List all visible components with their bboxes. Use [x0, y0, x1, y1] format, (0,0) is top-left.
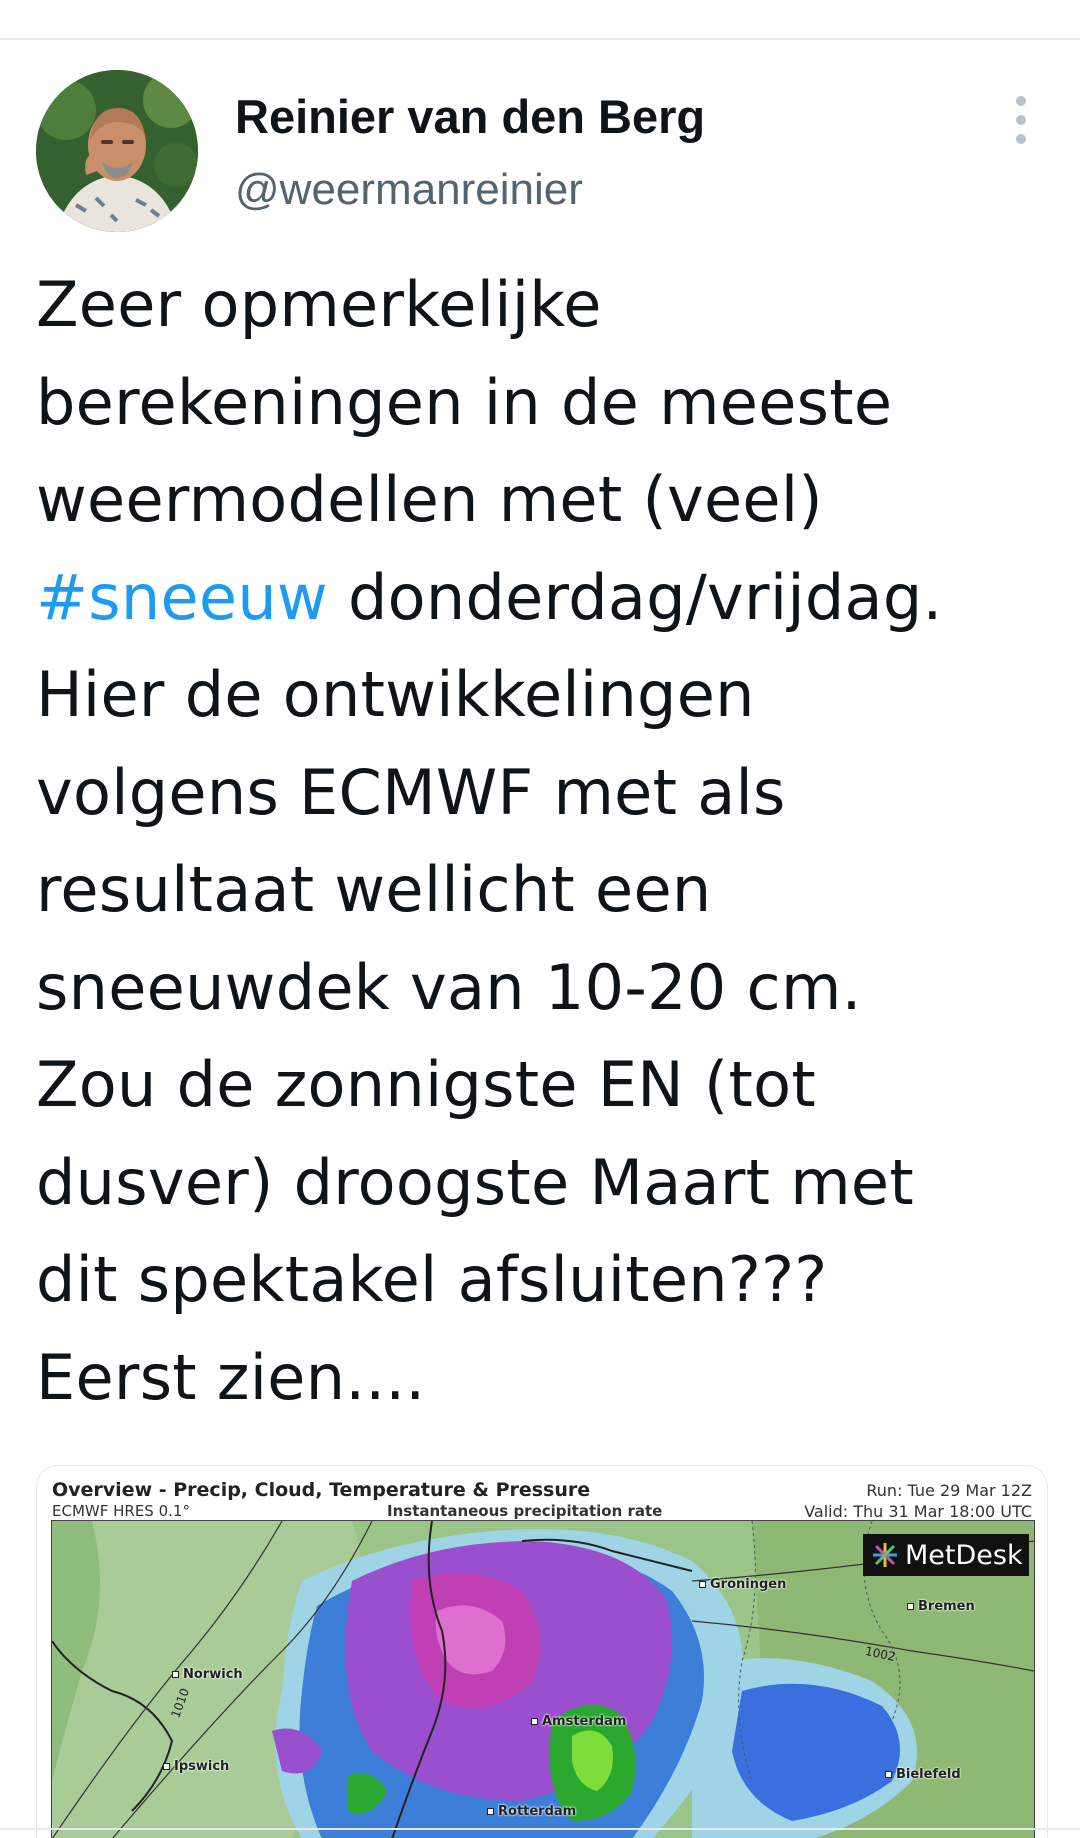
- author-name[interactable]: Reinier van den Berg: [235, 88, 705, 146]
- metdesk-logo-text: MetDesk: [905, 1539, 1023, 1571]
- city-label-bielefeld: Bielefeld: [885, 1767, 961, 1782]
- profile-photo: [36, 70, 198, 232]
- tweet-line: resultaat wellicht een: [36, 853, 712, 926]
- metdesk-logo-icon: [873, 1543, 897, 1567]
- tweet-line: #sneeuw donderdag/vrijdag.: [36, 549, 1046, 647]
- bottom-divider: [0, 1828, 1080, 1830]
- city-label-rotterdam: Rotterdam: [487, 1804, 576, 1819]
- tweet-line: Zeer opmerkelijke: [36, 268, 602, 341]
- tweet-line: berekeningen in de meeste: [36, 365, 893, 439]
- hashtag-link[interactable]: #sneeuw: [36, 561, 328, 634]
- more-vertical-icon-dot: [1016, 134, 1026, 144]
- city-label-norwich: Norwich: [172, 1667, 243, 1682]
- author-handle[interactable]: @weermanreinier: [235, 162, 583, 218]
- map-run-time: Run: Tue 29 Mar 12Z: [866, 1481, 1032, 1500]
- tweet-line: weermodellen met (veel): [36, 463, 823, 536]
- tweet-line: dit spektakel afsluiten???: [36, 1243, 828, 1316]
- more-vertical-icon-dot: [1016, 115, 1026, 125]
- tweet-line: Zou de zonnigste EN (tot: [36, 1048, 816, 1121]
- tweet-line: dusver) droogste Maart met: [36, 1145, 914, 1219]
- city-label-amsterdam: Amsterdam: [531, 1714, 626, 1729]
- tweet-line-rest: donderdag/vrijdag.: [327, 560, 943, 634]
- tweet-text: Zeer opmerkelijke berekeningen in de mee…: [36, 256, 1046, 1426]
- map-title: Overview - Precip, Cloud, Temperature & …: [52, 1479, 591, 1501]
- map-subtitle: Instantaneous precipitation rate: [387, 1502, 663, 1520]
- tweet-media-image[interactable]: Overview - Precip, Cloud, Temperature & …: [36, 1465, 1048, 1838]
- city-label-groningen: Groningen: [699, 1577, 786, 1592]
- metdesk-logo: MetDesk: [863, 1534, 1029, 1576]
- top-divider: [0, 38, 1080, 40]
- more-vertical-icon: [1016, 96, 1026, 106]
- city-label-bremen: Bremen: [907, 1599, 975, 1614]
- map-valid-time: Valid: Thu 31 Mar 18:00 UTC: [804, 1502, 1032, 1521]
- tweet-line: sneeuwdek van 10-20 cm.: [36, 950, 862, 1024]
- city-label-ipswich: Ipswich: [163, 1759, 229, 1774]
- map-model: ECMWF HRES 0.1°: [52, 1502, 190, 1520]
- tweet-line: volgens ECMWF met als: [36, 755, 786, 829]
- more-options-button[interactable]: [1004, 96, 1038, 144]
- tweet-line: Hier de ontwikkelingen: [36, 658, 755, 731]
- avatar[interactable]: [36, 70, 198, 232]
- tweet-line: Eerst zien....: [36, 1340, 426, 1414]
